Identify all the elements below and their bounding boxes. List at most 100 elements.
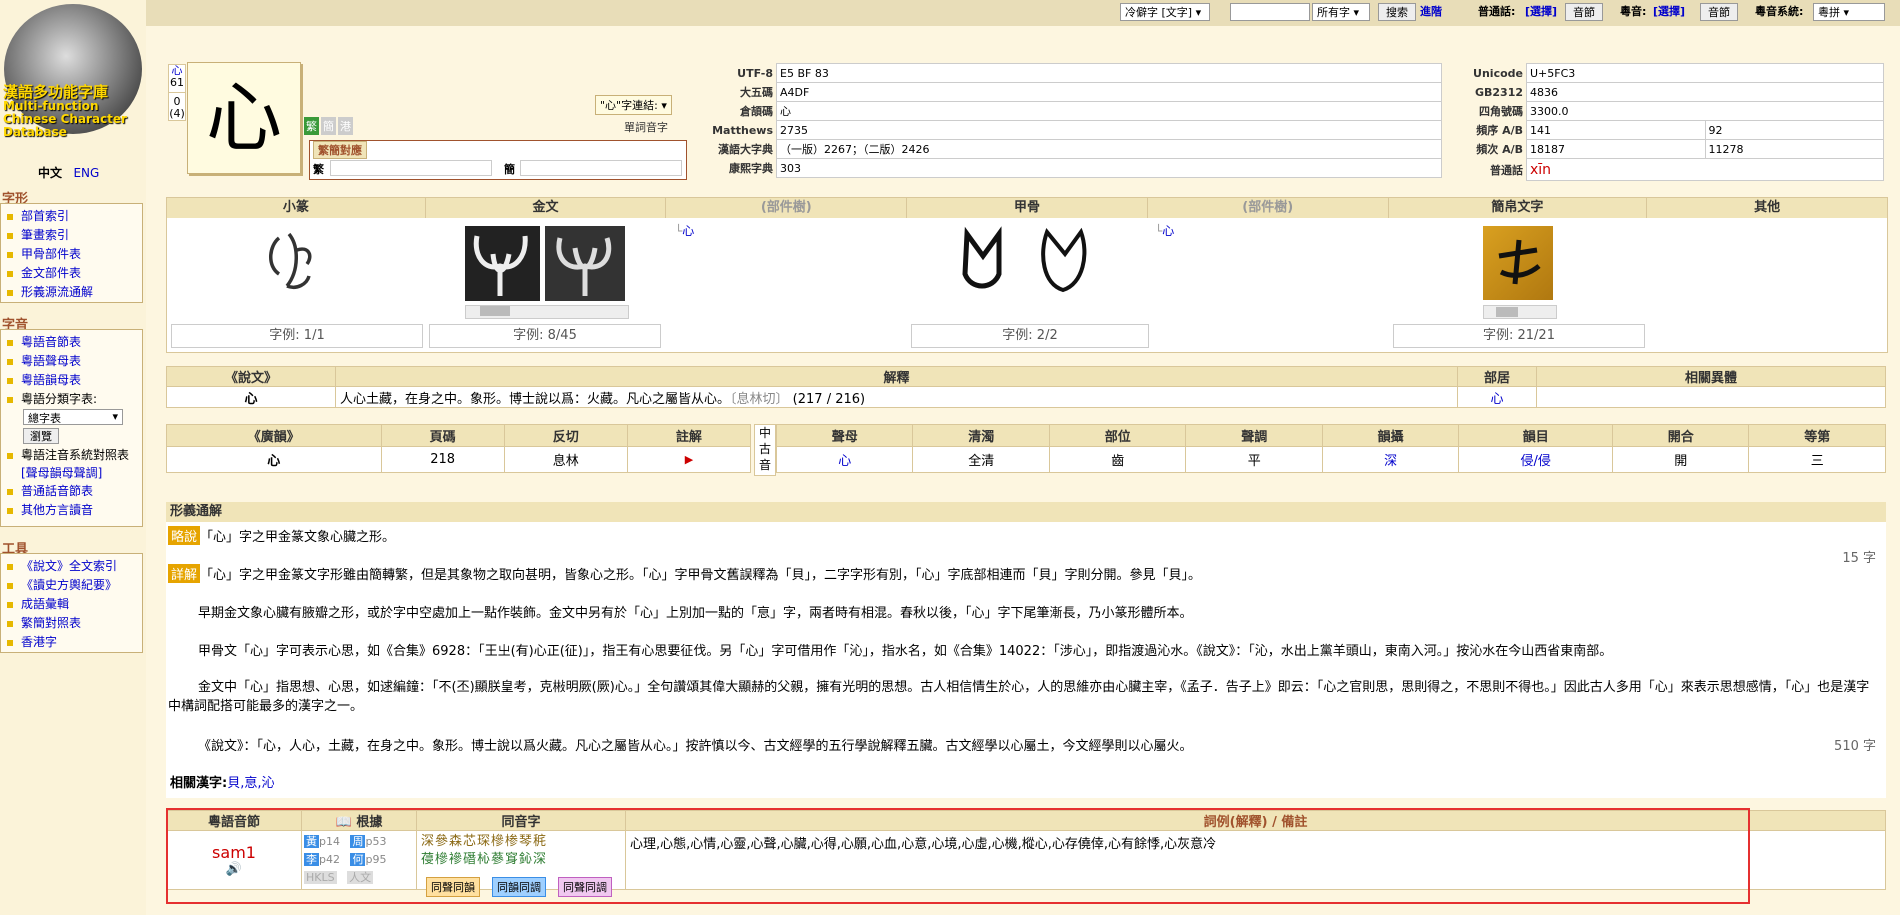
- top-bar: 冷僻字 [文字] ▾ 所有字 ▾ 搜索 進階 普通話: [選擇] 音節 粵音: …: [0, 0, 1900, 26]
- sidebar-item-label[interactable]: [聲母韻母聲調]: [21, 466, 102, 480]
- sidebar-item-label[interactable]: 《讀史方輿紀要》: [21, 578, 117, 592]
- xiaozhuan-examples[interactable]: 字例: 1/1: [171, 324, 423, 348]
- jinwen-glyph-image-2[interactable]: [545, 226, 625, 301]
- sidebar-item-syllables[interactable]: 粵語音節表: [1, 333, 142, 352]
- guangyun-note-play-icon[interactable]: ▶: [626, 446, 752, 473]
- sidebar-item-evolution[interactable]: 形義源流通解: [1, 283, 142, 302]
- jianbo-glyph-image[interactable]: [1483, 226, 1553, 300]
- sidebar-item-oracle-components[interactable]: 甲骨部件表: [1, 245, 142, 264]
- sidebar-item-label[interactable]: 金文部件表: [21, 266, 81, 280]
- sidebar-item-label[interactable]: 甲骨部件表: [21, 247, 81, 261]
- sidebar-item-label[interactable]: 香港字: [21, 635, 57, 649]
- sidebar-item-label[interactable]: 粵語音節表: [21, 335, 81, 349]
- sidebar-item-label[interactable]: 其他方言讀音: [21, 503, 93, 517]
- trad-button[interactable]: 繁: [304, 117, 319, 135]
- cantonese-audio-button[interactable]: 音節: [1700, 3, 1738, 21]
- sidebar-item-finals[interactable]: 粵語韻母表: [1, 371, 142, 390]
- jinwen-glyph-image-1[interactable]: [465, 226, 540, 301]
- sidebar-item-label[interactable]: 粵語聲母表: [21, 354, 81, 368]
- sidebar-item-label[interactable]: 成語彙輯: [21, 597, 69, 611]
- jinwen-tree-link[interactable]: 心: [682, 224, 694, 238]
- sidebar-item-romanization[interactable]: 粵語注音系統對照表: [1, 446, 142, 465]
- jiagu-glyph-image[interactable]: [953, 224, 1113, 302]
- mc-value[interactable]: 侵/侵: [1458, 446, 1613, 473]
- mc-value[interactable]: 深: [1321, 446, 1460, 473]
- code-value: 2735: [776, 120, 1442, 140]
- sidebar-item-dialects[interactable]: 其他方言讀音: [1, 501, 142, 520]
- font-select-value: 冷僻字 [文字]: [1125, 6, 1193, 19]
- mc-value[interactable]: 心: [775, 446, 914, 473]
- lang-zh[interactable]: 中文: [38, 166, 62, 180]
- classified-select[interactable]: 總字表 ▾: [23, 409, 123, 425]
- mc-label-1: 中: [758, 426, 771, 440]
- sidebar-item-initials[interactable]: 粵語聲母表: [1, 352, 142, 371]
- mc-header: 韻攝: [1321, 424, 1460, 447]
- putonghua-audio-button[interactable]: 音節: [1565, 3, 1603, 21]
- putonghua-choice[interactable]: [選擇]: [1525, 3, 1557, 21]
- putonghua-choice-link[interactable]: [選擇]: [1525, 5, 1557, 18]
- header-jiagu: 甲骨: [907, 198, 1148, 218]
- jiagu-examples[interactable]: 字例: 2/2: [911, 324, 1149, 348]
- related-links[interactable]: 貝,恴,沁: [227, 776, 274, 791]
- logo[interactable]: 漢語多功能字庫 Multi-function Chinese Character…: [3, 84, 127, 139]
- code-row: 頻序 A/B 141 92: [1462, 120, 1884, 140]
- middle-chinese-label: 中 古 音: [754, 424, 776, 476]
- jianbo-scrollbar[interactable]: [1483, 305, 1557, 319]
- jianbo-examples[interactable]: 字例: 21/21: [1393, 324, 1645, 348]
- code-value: 303: [776, 158, 1442, 178]
- code-label: Matthews: [712, 123, 773, 137]
- jiagu-tree-link[interactable]: 心: [1162, 224, 1174, 238]
- trad-field-label: 繁: [313, 163, 324, 176]
- jinwen-examples[interactable]: 字例: 8/45: [429, 324, 661, 348]
- browse-button[interactable]: 瀏覽: [23, 428, 59, 444]
- trad-simp-tab[interactable]: 繁簡對應: [313, 141, 367, 159]
- sidebar-item-label[interactable]: 《說文》全文索引: [21, 559, 117, 573]
- sidebar-item-trad-simp[interactable]: 繁簡對照表: [1, 614, 142, 633]
- shuowen-radical[interactable]: 心: [1457, 386, 1537, 408]
- advanced-link-text[interactable]: 進階: [1420, 5, 1442, 18]
- single-audio-link[interactable]: 單詞音字: [624, 119, 668, 135]
- lang-en[interactable]: ENG: [73, 166, 99, 180]
- cantonese-choice[interactable]: [選擇]: [1653, 3, 1685, 21]
- compound-select[interactable]: "心"字連結: ▾: [595, 95, 672, 115]
- scope-select[interactable]: 所有字 ▾: [1312, 3, 1370, 21]
- code-value: 3300.0: [1526, 101, 1884, 121]
- search-input[interactable]: [1230, 3, 1310, 21]
- sidebar-item-classified: 粵語分類字表:: [1, 390, 142, 409]
- simp-button[interactable]: 簡: [321, 117, 336, 135]
- sidebar-item-label[interactable]: 繁簡對照表: [21, 616, 81, 630]
- trad-field: [330, 160, 492, 176]
- sidebar-item-shuowen-index[interactable]: 《說文》全文索引: [1, 557, 142, 576]
- sidebar-item-initials-finals-tones[interactable]: [聲母韻母聲調]: [1, 465, 142, 482]
- code-value: E5 BF 83: [776, 63, 1442, 83]
- sidebar-item-dushi[interactable]: 《讀史方輿紀要》: [1, 576, 142, 595]
- advanced-link[interactable]: 進階: [1420, 3, 1442, 21]
- cantonese-choice-link[interactable]: [選擇]: [1653, 5, 1685, 18]
- sidebar-item-hk-chars[interactable]: 香港字: [1, 633, 142, 652]
- header-jinwen: 金文: [425, 198, 667, 218]
- sidebar-item-idioms[interactable]: 成語彙輯: [1, 595, 142, 614]
- shuowen-radical-link[interactable]: 心: [1490, 392, 1503, 407]
- variant-button[interactable]: 港: [338, 117, 353, 135]
- shuowen-header: 《說文》: [166, 366, 336, 387]
- sidebar-item-bronze-components[interactable]: 金文部件表: [1, 264, 142, 283]
- font-select[interactable]: 冷僻字 [文字] ▾: [1120, 3, 1210, 21]
- header-jiagu-tree[interactable]: (部件樹): [1147, 198, 1389, 218]
- system-select[interactable]: 粵拼 ▾: [1813, 3, 1885, 21]
- code-row: 大五碼 A4DF: [700, 82, 1442, 102]
- sidebar-item-radical-index[interactable]: 部首索引: [1, 207, 142, 226]
- jinwen-scrollbar[interactable]: [465, 305, 629, 319]
- sidebar-item-pth-syllables[interactable]: 普通話音節表: [1, 482, 142, 501]
- sidebar-item-label[interactable]: 部首索引: [21, 209, 69, 223]
- header-jinwen-tree[interactable]: (部件樹): [666, 198, 908, 218]
- sidebar-item-stroke-index[interactable]: 筆畫索引: [1, 226, 142, 245]
- sidebar-item-label[interactable]: 粵語韻母表: [21, 373, 81, 387]
- search-button[interactable]: 搜索: [1378, 3, 1416, 21]
- shuowen-page: (217 / 216): [792, 391, 866, 407]
- guangyun-page-header: 頁碼: [380, 424, 505, 447]
- sidebar-item-label[interactable]: 普通話音節表: [21, 484, 93, 498]
- sidebar-item-label[interactable]: 形義源流通解: [21, 285, 93, 299]
- xiaozhuan-glyph-image[interactable]: [259, 226, 321, 300]
- putonghua-pinyin[interactable]: xīn: [1526, 158, 1884, 181]
- sidebar-item-label[interactable]: 筆畫索引: [21, 228, 69, 242]
